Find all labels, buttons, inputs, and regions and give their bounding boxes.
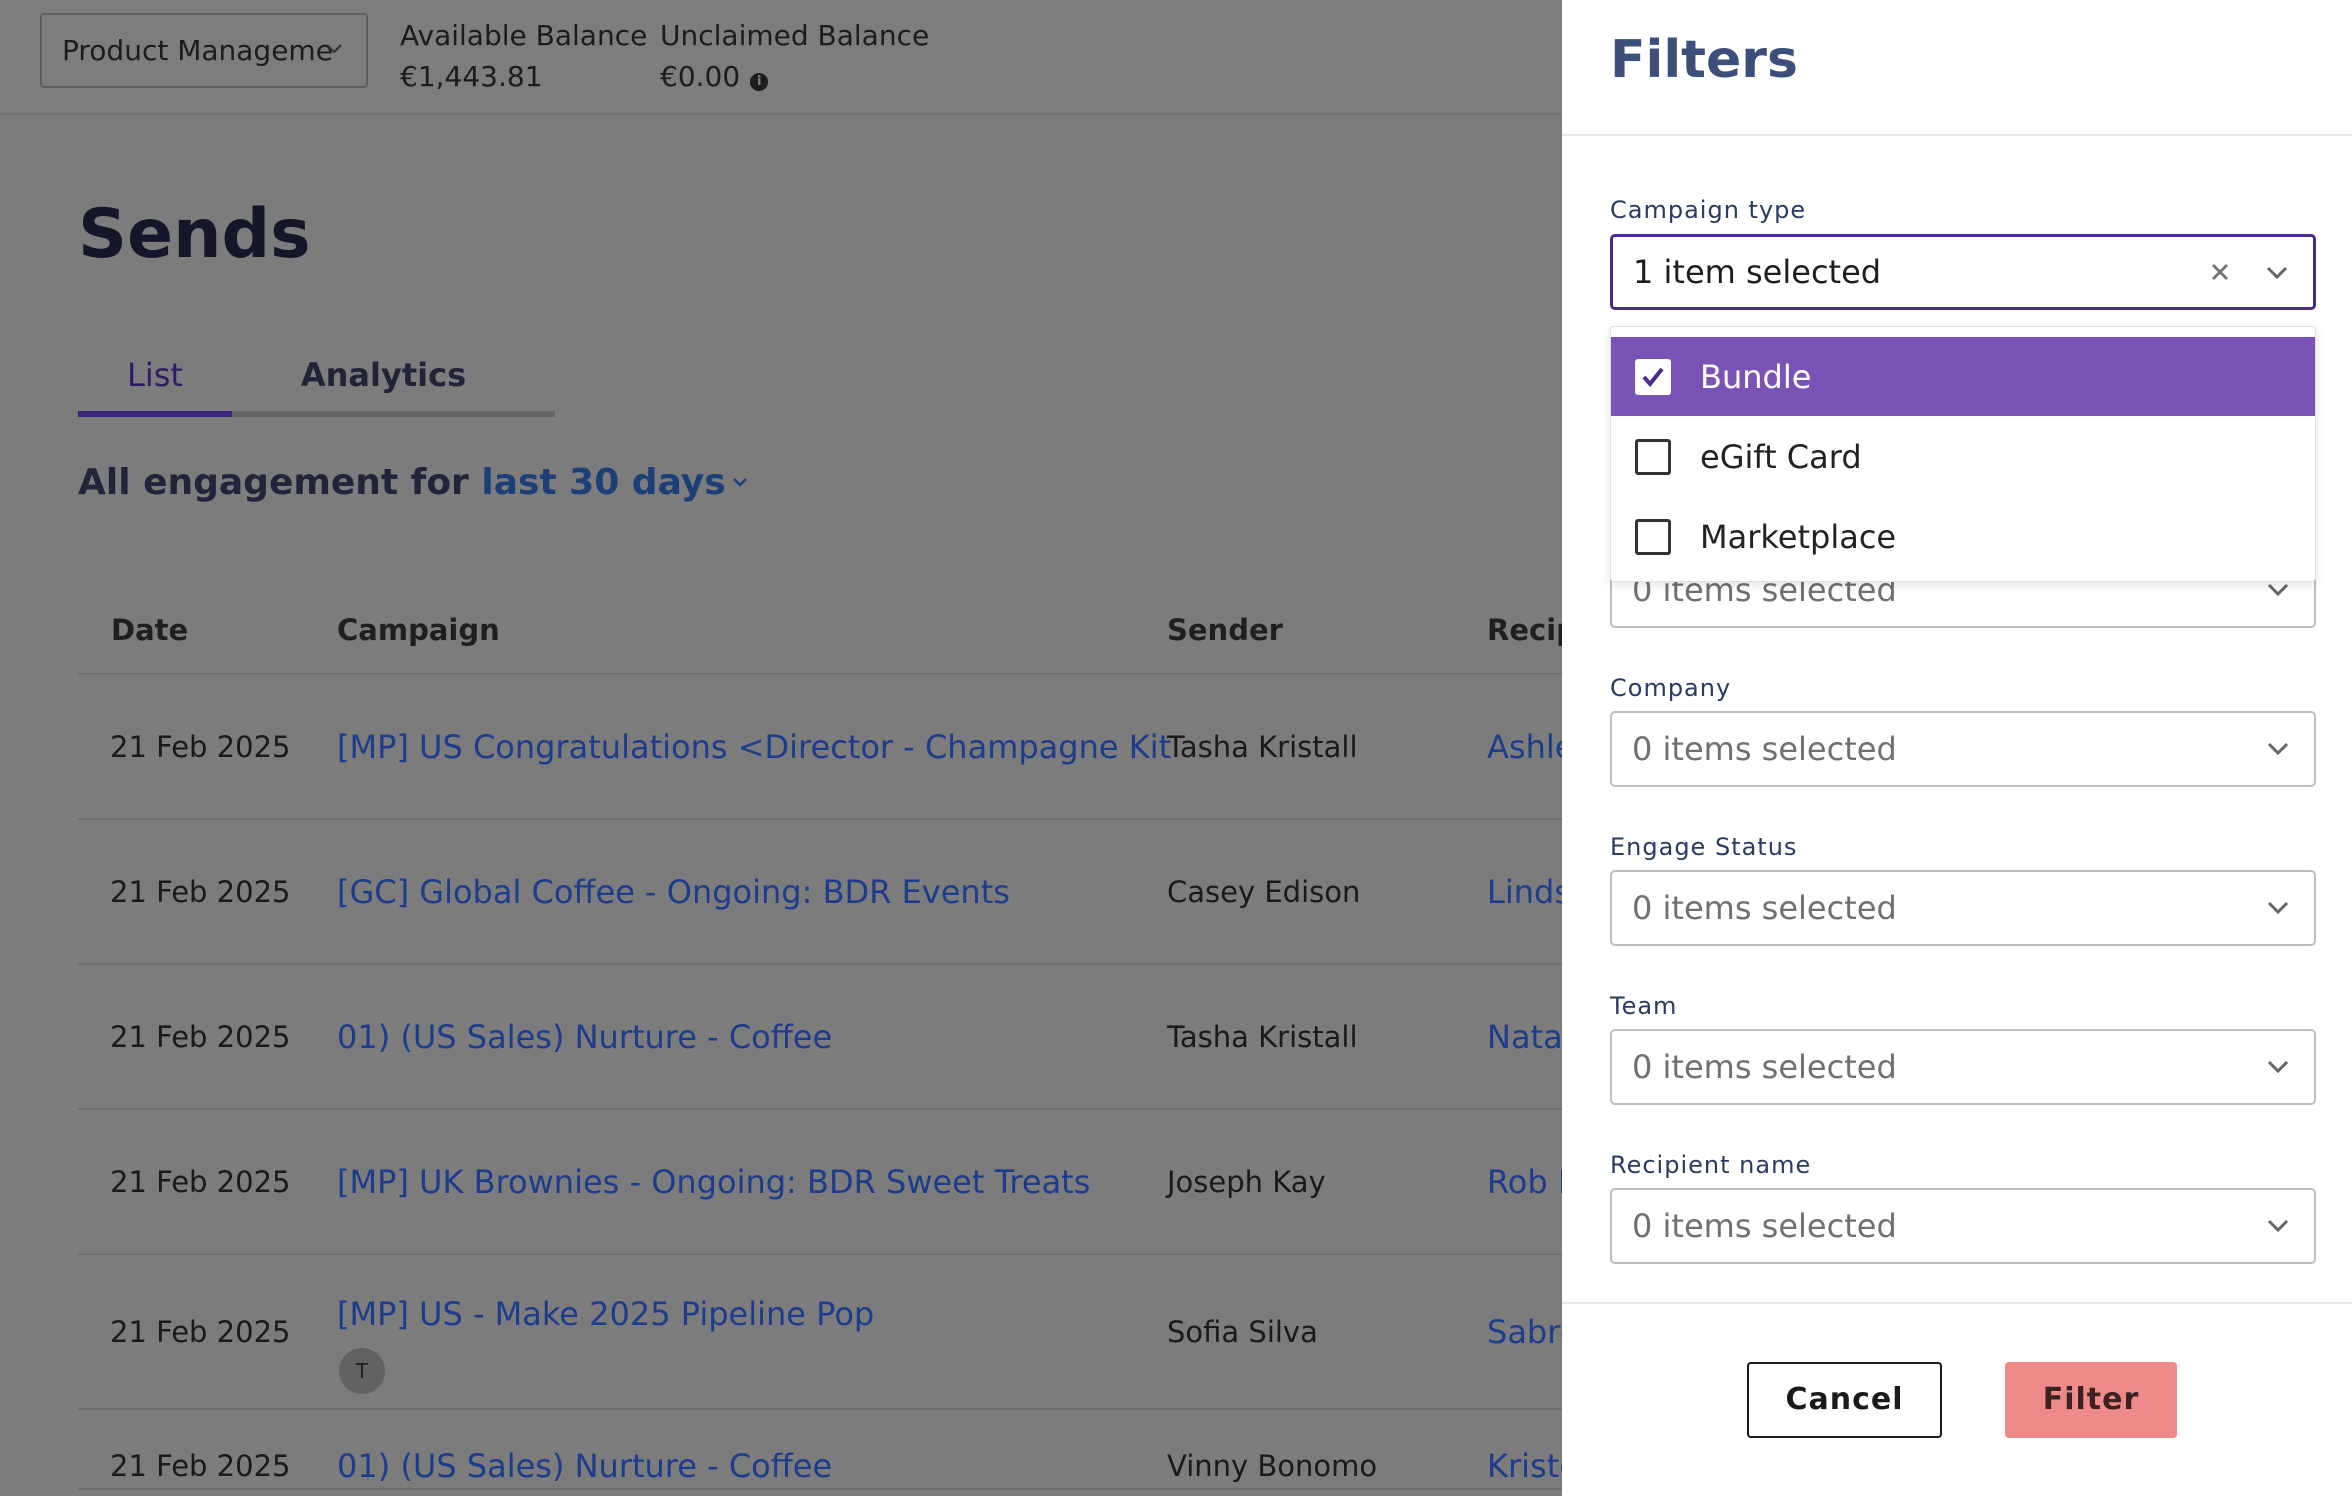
engage-status-label: Engage Status [1610,833,1798,861]
checkbox-checked[interactable] [1635,358,1671,395]
unclaimed-balance-value: €0.00 [660,60,741,93]
row-campaign-link[interactable]: 01) (US Sales) Nurture - Coffee [337,965,832,1110]
engage-status-select[interactable]: 0 items selected [1610,870,2316,946]
team-value: 0 items selected [1632,1048,1897,1086]
row-sender: Sofia Silva [1167,1315,1318,1349]
clear-icon[interactable] [2207,259,2233,285]
chevron-down-icon [326,44,342,54]
row-date: 21 Feb 2025 [110,1020,291,1054]
campaign-type-dropdown: Bundle eGift Card Marketplace [1610,326,2316,582]
row-campaign-link[interactable]: 01) (US Sales) Nurture - Coffee [337,1410,832,1496]
row-date: 21 Feb 2025 [110,730,291,764]
column-header-campaign[interactable]: Campaign [337,613,500,647]
company-value: 0 items selected [1632,730,1897,768]
team-select[interactable]: 0 items selected [1610,1029,2316,1105]
table-header: Date Campaign Sender Recip [78,585,1562,675]
chevron-down-icon [2267,1060,2289,1074]
chevron-down-icon [2267,583,2289,597]
engagement-heading: All engagement for last 30 days [78,462,748,503]
info-icon[interactable]: i [750,73,769,91]
chevron-down-icon [732,478,747,487]
option-label: Marketplace [1700,517,1897,556]
campaign-type-value: 1 item selected [1633,253,1882,291]
row-sender: Joseph Kay [1167,1165,1326,1199]
sends-page: Product Manageme Available Balance €1,44… [0,0,1562,1496]
option-bundle[interactable]: Bundle [1611,337,2315,416]
row-recipient-link[interactable]: Natal [1487,965,1562,1110]
checkmark-icon [1642,367,1664,387]
available-balance: Available Balance €1,443.81 [400,15,647,97]
row-recipient-link[interactable]: Rob F [1487,1110,1562,1255]
filter-button[interactable]: Filter [2005,1362,2177,1438]
top-bar: Product Manageme Available Balance €1,44… [0,0,1562,115]
recipient-name-value: 0 items selected [1632,1207,1897,1245]
page-title: Sends [78,195,311,274]
row-date: 21 Feb 2025 [110,875,291,909]
recipient-name-select[interactable]: 0 items selected [1610,1188,2316,1264]
team-label: Team [1610,992,1678,1020]
table-row[interactable]: 21 Feb 2025 [MP] UK Brownies - Ongoing: … [78,1110,1562,1255]
checkbox-unchecked[interactable] [1635,518,1671,555]
column-header-sender[interactable]: Sender [1167,613,1283,647]
row-sender: Vinny Bonomo [1167,1449,1378,1483]
column-header-date[interactable]: Date [111,613,188,647]
company-select[interactable]: 0 items selected [1610,711,2316,787]
row-recipient-link[interactable]: Sabre [1487,1255,1562,1410]
drawer-footer: Cancel Filter [1562,1302,2352,1496]
checkbox-unchecked[interactable] [1635,438,1671,475]
row-campaign-link[interactable]: [MP] US Congratulations <Director - Cham… [337,675,1171,820]
row-date: 21 Feb 2025 [110,1449,291,1483]
row-sender: Tasha Kristall [1167,730,1358,764]
tab-analytics-label: Analytics [300,356,467,394]
unclaimed-balance-label: Unclaimed Balance [660,19,930,52]
available-balance-label: Available Balance [400,19,648,52]
table-row[interactable]: 21 Feb 2025 [MP] US - Make 2025 Pipeline… [78,1255,1562,1410]
cancel-button[interactable]: Cancel [1747,1362,1942,1438]
unclaimed-balance: Unclaimed Balance €0.00 i [660,15,929,97]
row-campaign-link[interactable]: [MP] US - Make 2025 Pipeline Pop [337,1295,874,1333]
column-header-recipient[interactable]: Recip [1487,613,1562,647]
row-date: 21 Feb 2025 [110,1315,291,1349]
row-recipient-link[interactable]: Linds [1487,820,1562,965]
filters-drawer: Filters Campaign type 1 item selected Bu… [1562,0,2352,1496]
tab-list[interactable]: List [78,345,232,417]
option-label: Bundle [1700,357,1812,396]
chevron-down-icon [2266,266,2288,280]
company-label: Company [1610,674,1732,702]
table-row[interactable]: 21 Feb 2025 [MP] US Congratulations <Dir… [78,675,1562,820]
table-row[interactable]: 21 Feb 2025 01) (US Sales) Nurture - Cof… [78,1410,1562,1490]
row-recipient-link[interactable]: Kriste [1487,1410,1562,1496]
tab-analytics[interactable]: Analytics [232,345,555,417]
option-marketplace[interactable]: Marketplace [1611,497,2315,576]
campaign-type-select[interactable]: 1 item selected [1610,234,2316,310]
row-date: 21 Feb 2025 [110,1165,291,1199]
date-range-label: last 30 days [481,462,726,503]
row-sender: Casey Edison [1167,875,1361,909]
available-balance-value: €1,443.81 [400,60,543,93]
engage-status-value: 0 items selected [1632,889,1897,927]
chevron-down-icon [2267,742,2289,756]
engagement-prefix: All engagement for [78,462,469,503]
tab-bar: List Analytics [78,345,555,417]
row-sender: Tasha Kristall [1167,1020,1358,1054]
table-row[interactable]: 21 Feb 2025 [GC] Global Coffee - Ongoing… [78,820,1562,965]
recipient-name-label: Recipient name [1610,1151,1812,1179]
campaign-type-label: Campaign type [1610,196,1807,224]
account-select[interactable]: Product Manageme [40,13,368,88]
chevron-down-icon [2267,901,2289,915]
row-campaign-link[interactable]: [MP] UK Brownies - Ongoing: BDR Sweet Tr… [337,1110,1090,1255]
date-range-dropdown[interactable]: last 30 days [481,462,747,503]
option-egift-card[interactable]: eGift Card [1611,417,2315,496]
row-campaign-link[interactable]: [GC] Global Coffee - Ongoing: BDR Events [337,820,1010,965]
tag-badge: T [339,1348,385,1394]
drawer-title: Filters [1610,30,1798,90]
chevron-down-icon [2267,1219,2289,1233]
row-recipient-link[interactable]: Ashle [1487,675,1562,820]
account-select-value: Product Manageme [62,34,333,67]
sends-table: Date Campaign Sender Recip 21 Feb 2025 [… [78,585,1562,1490]
option-label: eGift Card [1700,437,1862,476]
drawer-header: Filters [1562,0,2352,136]
table-row[interactable]: 21 Feb 2025 01) (US Sales) Nurture - Cof… [78,965,1562,1110]
